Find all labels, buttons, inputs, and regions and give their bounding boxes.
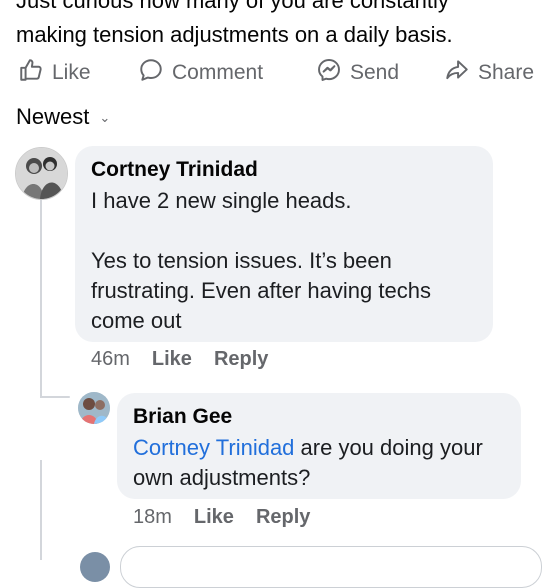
reply-text-line-1: Cortney Trinidad are you doing your — [133, 433, 505, 463]
reply-text-line-2: own adjustments? — [133, 465, 311, 490]
post-text-line-2: making tension adjustments on a daily ba… — [16, 22, 453, 47]
post-text: Just curious how many of you are constan… — [16, 0, 556, 52]
comment-sort-dropdown[interactable]: Newest ⌄ — [16, 104, 110, 130]
send-button[interactable]: Send — [316, 56, 399, 90]
thread-line — [40, 198, 42, 398]
reply-text-continued: are you doing your — [294, 435, 483, 460]
mention-link[interactable]: Cortney Trinidad — [133, 435, 294, 460]
share-icon — [444, 57, 470, 89]
comment-text-line-1: I have 2 new single heads. — [91, 188, 352, 213]
comment-reply-link[interactable]: Reply — [214, 348, 268, 371]
post-text-line-1: Just curious how many of you are constan… — [16, 0, 449, 13]
comment-author[interactable]: Cortney Trinidad — [91, 158, 477, 182]
reply-input-box[interactable] — [120, 546, 542, 588]
share-button[interactable]: Share — [444, 56, 534, 90]
reply-like-link[interactable]: Like — [194, 506, 234, 529]
like-label: Like — [52, 61, 91, 84]
comment-bubble: Cortney Trinidad I have 2 new single hea… — [75, 146, 493, 342]
comment-label: Comment — [172, 61, 264, 84]
like-button[interactable]: Like — [18, 56, 91, 90]
reply-timestamp[interactable]: 18m — [133, 506, 172, 529]
reply-bubble: Brian Gee Cortney Trinidad are you doing… — [117, 393, 521, 499]
avatar[interactable] — [15, 147, 68, 200]
thread-line-continued — [40, 460, 42, 560]
avatar — [80, 552, 110, 582]
comment-text-line-2: Yes to tension issues. It’s been — [91, 248, 392, 273]
reply-author[interactable]: Brian Gee — [133, 405, 505, 429]
avatar[interactable] — [78, 392, 110, 424]
share-label: Share — [478, 61, 535, 84]
comment-icon — [138, 57, 164, 89]
comment-button[interactable]: Comment — [138, 56, 263, 90]
post-action-bar: Like Comment Send Share — [0, 56, 560, 90]
comment-text-line-4: come out — [91, 308, 182, 333]
send-label: Send — [350, 61, 400, 84]
reply-reply-link[interactable]: Reply — [256, 506, 310, 529]
thread-branch — [40, 396, 70, 398]
sort-label: Newest — [16, 104, 90, 129]
reply-meta: 18m Like Reply — [133, 506, 310, 529]
comment-timestamp[interactable]: 46m — [91, 348, 130, 371]
comment-like-link[interactable]: Like — [152, 348, 192, 371]
chevron-down-icon: ⌄ — [99, 110, 111, 125]
comment-text-line-3: frustrating. Even after having techs — [91, 278, 431, 303]
messenger-icon — [316, 57, 342, 89]
thumbs-up-icon — [18, 57, 44, 89]
comment-meta: 46m Like Reply — [91, 348, 268, 371]
